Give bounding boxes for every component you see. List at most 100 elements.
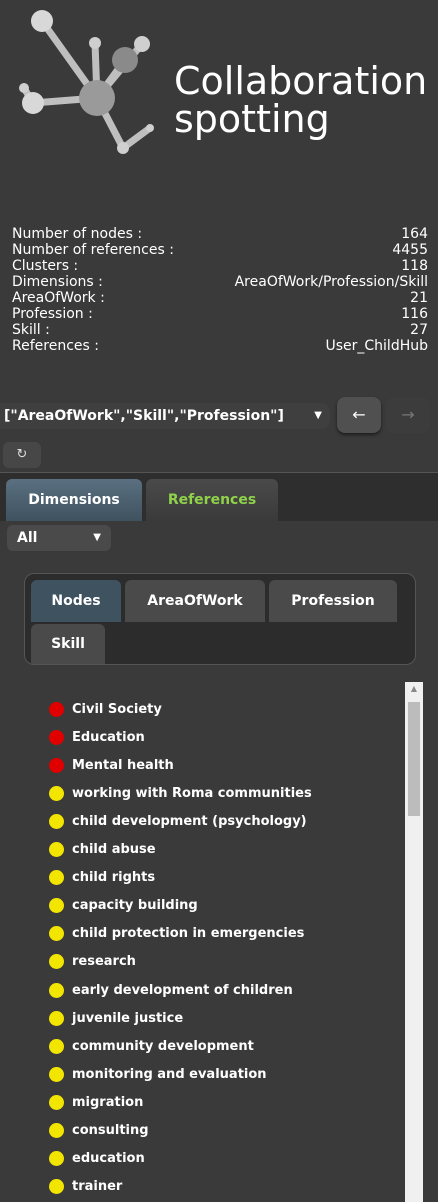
- list-item[interactable]: consulting: [49, 1120, 149, 1142]
- color-dot-icon: [49, 1010, 64, 1026]
- list-item[interactable]: capacity building: [49, 895, 198, 917]
- dimension-order-value: ["AreaOfWork","Skill","Profession"]: [4, 408, 284, 424]
- stat-value: User_ChildHub: [325, 338, 428, 354]
- stat-value: AreaOfWork/Profession/Skill: [234, 274, 428, 290]
- list-item[interactable]: juvenile justice: [49, 1007, 183, 1029]
- list-item-label: migration: [72, 1094, 144, 1110]
- filter-select[interactable]: All ▼: [7, 525, 111, 551]
- color-dot-icon: [49, 1179, 64, 1195]
- list-item[interactable]: child rights: [49, 867, 155, 889]
- list-item[interactable]: education: [49, 1148, 145, 1170]
- brand-line-2: spotting: [174, 97, 330, 141]
- list-item-label: child development (psychology): [72, 813, 307, 829]
- stat-row: Number of references : 4455: [12, 242, 428, 258]
- color-dot-icon: [49, 1038, 64, 1054]
- scroll-up-icon[interactable]: ▲: [405, 684, 423, 693]
- list-item[interactable]: child abuse: [49, 839, 156, 861]
- refresh-button[interactable]: ↻: [3, 442, 41, 468]
- brand-name: Collaboration spotting: [174, 62, 427, 138]
- stat-row: Number of nodes : 164: [12, 226, 428, 242]
- dimension-order-select[interactable]: ["AreaOfWork","Skill","Profession"] ▼: [0, 403, 330, 429]
- color-dot-icon: [49, 870, 64, 886]
- brand-line-1: Collaboration: [174, 59, 428, 103]
- color-dot-icon: [49, 982, 64, 998]
- color-dot-icon: [49, 701, 64, 717]
- stat-label: Number of references :: [12, 242, 174, 258]
- list-scrollbar[interactable]: ▲: [405, 682, 423, 1202]
- tab-nodes[interactable]: Nodes: [31, 580, 121, 622]
- tab-skill[interactable]: Skill: [31, 624, 105, 664]
- sub-tabs: Nodes AreaOfWork Profession Skill: [24, 573, 416, 665]
- list-item-label: Mental health: [72, 757, 174, 773]
- color-dot-icon: [49, 729, 64, 745]
- tab-areaofwork[interactable]: AreaOfWork: [125, 580, 265, 622]
- arrow-left-icon: ←: [352, 405, 366, 424]
- stat-value: 116: [401, 306, 428, 322]
- tab-dimensions[interactable]: Dimensions: [6, 479, 142, 521]
- list-item-label: education: [72, 1151, 145, 1167]
- color-dot-icon: [49, 1123, 64, 1138]
- stat-value: 21: [410, 290, 428, 306]
- list-item-label: working with Roma communities: [72, 785, 312, 801]
- list-item[interactable]: child protection in emergencies: [49, 923, 304, 945]
- stat-row: Dimensions : AreaOfWork/Profession/Skill: [12, 274, 428, 290]
- list-item[interactable]: working with Roma communities: [49, 782, 312, 804]
- list-item[interactable]: Education: [49, 726, 145, 748]
- color-dot-icon: [49, 785, 64, 801]
- main-tabs: Dimensions References: [0, 472, 438, 521]
- color-dot-icon: [49, 757, 64, 773]
- network-logo-icon: [19, 10, 154, 154]
- color-dot-icon: [49, 1066, 64, 1082]
- stat-row: References : User_ChildHub: [12, 338, 428, 354]
- stat-label: Dimensions :: [12, 274, 103, 290]
- filter-value: All: [17, 530, 38, 546]
- list-item[interactable]: trainer: [49, 1176, 122, 1198]
- tab-references[interactable]: References: [146, 479, 278, 521]
- back-button[interactable]: ←: [337, 397, 381, 433]
- color-dot-icon: [49, 1151, 64, 1167]
- color-dot-icon: [49, 842, 64, 857]
- app-logo: Collaboration spotting: [0, 0, 438, 200]
- list-item-label: research: [72, 954, 136, 970]
- stat-value: 4455: [392, 242, 428, 258]
- stat-row: Skill : 27: [12, 322, 428, 338]
- list-item-label: Education: [72, 729, 145, 745]
- list-item-label: juvenile justice: [72, 1010, 184, 1026]
- stat-row: AreaOfWork : 21: [12, 290, 428, 306]
- stat-label: Skill :: [12, 322, 50, 338]
- list-item-label: child abuse: [72, 842, 156, 857]
- list-item[interactable]: child development (psychology): [49, 810, 307, 832]
- refresh-icon: ↻: [16, 447, 28, 462]
- list-item-label: capacity building: [72, 898, 198, 914]
- dimension-toolbar: ["AreaOfWork","Skill","Profession"] ▼ ← …: [0, 397, 438, 437]
- stat-row: Clusters : 118: [12, 258, 428, 274]
- graph-statistics: Number of nodes :164 Number of references…: [12, 226, 428, 354]
- stat-value: 27: [410, 322, 428, 338]
- list-item[interactable]: community development: [49, 1035, 254, 1057]
- stat-value: 118: [401, 258, 428, 274]
- color-dot-icon: [49, 813, 64, 829]
- list-item[interactable]: monitoring and evaluation: [49, 1063, 267, 1085]
- list-item-label: early development of children: [72, 982, 293, 998]
- forward-button[interactable]: →: [386, 397, 430, 433]
- list-item-label: child rights: [72, 870, 156, 886]
- list-item-label: trainer: [72, 1179, 123, 1195]
- stat-label: Number of nodes :: [12, 226, 143, 242]
- tab-profession[interactable]: Profession: [269, 580, 397, 622]
- chevron-down-icon: ▼: [93, 532, 101, 543]
- list-item-label: consulting: [72, 1123, 149, 1138]
- list-item[interactable]: research: [49, 951, 136, 973]
- arrow-right-icon: →: [401, 405, 415, 424]
- list-item-label: community development: [72, 1038, 254, 1054]
- list-item-label: child protection in emergencies: [72, 926, 305, 942]
- list-item[interactable]: Civil Society: [49, 698, 162, 720]
- list-item[interactable]: Mental health: [49, 754, 174, 776]
- list-item-label: Civil Society: [72, 701, 162, 717]
- scroll-thumb[interactable]: [408, 702, 420, 816]
- list-item[interactable]: early development of children: [49, 979, 293, 1001]
- chevron-down-icon: ▼: [314, 410, 322, 421]
- list-item[interactable]: migration: [49, 1091, 143, 1113]
- color-dot-icon: [49, 954, 64, 970]
- color-dot-icon: [49, 926, 64, 942]
- stat-label: References :: [12, 338, 99, 354]
